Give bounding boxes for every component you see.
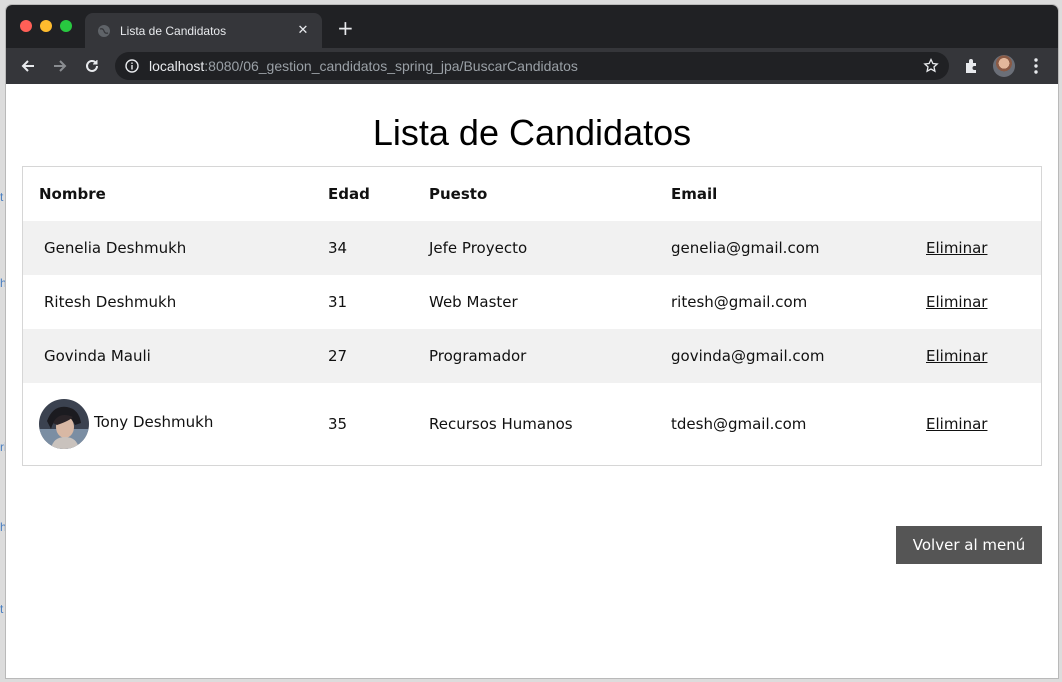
- cell-edad: 35: [328, 415, 348, 433]
- reload-icon[interactable]: [82, 56, 102, 76]
- candidate-photo: [39, 399, 89, 449]
- table-row: Ritesh Deshmukh 31 Web Master ritesh@gma…: [23, 275, 1041, 329]
- url-path: :8080/06_gestion_candidatos_spring_jpa/B…: [204, 58, 578, 74]
- cell-edad: 34: [328, 239, 348, 257]
- zoom-window-button[interactable]: [60, 20, 72, 32]
- eliminar-link[interactable]: Eliminar: [926, 415, 987, 433]
- tab-lista-candidatos[interactable]: Lista de Candidatos ✕: [85, 13, 322, 48]
- cell-edad: 27: [328, 347, 348, 365]
- address-bar[interactable]: localhost:8080/06_gestion_candidatos_spr…: [115, 52, 949, 80]
- eliminar-link[interactable]: Eliminar: [926, 293, 987, 311]
- header-puesto: Puesto: [429, 185, 488, 203]
- header-edad: Edad: [328, 185, 370, 203]
- volver-menu-button[interactable]: Volver al menú: [896, 526, 1042, 564]
- close-window-button[interactable]: [20, 20, 32, 32]
- cell-email: genelia@gmail.com: [671, 239, 820, 257]
- table-header: Nombre Edad Puesto Email: [23, 167, 1041, 221]
- cell-puesto: Programador: [429, 347, 527, 365]
- browser-toolbar: localhost:8080/06_gestion_candidatos_spr…: [6, 48, 1058, 84]
- menu-icon[interactable]: [1028, 57, 1044, 75]
- url-text[interactable]: localhost:8080/06_gestion_candidatos_spr…: [149, 58, 578, 74]
- forward-arrow-icon[interactable]: [50, 56, 70, 76]
- cell-puesto: Web Master: [429, 293, 518, 311]
- table-row: Genelia Deshmukh 34 Jefe Proyecto geneli…: [23, 221, 1041, 275]
- close-icon[interactable]: ✕: [295, 23, 311, 39]
- cell-puesto: Jefe Proyecto: [429, 239, 528, 257]
- cell-nombre: Tony Deshmukh: [94, 413, 214, 431]
- cell-puesto: Recursos Humanos: [429, 415, 573, 433]
- cell-nombre: Govinda Mauli: [44, 347, 151, 365]
- cell-nombre: Ritesh Deshmukh: [44, 293, 177, 311]
- eliminar-link[interactable]: Eliminar: [926, 347, 987, 365]
- tab-title: Lista de Candidatos: [120, 23, 227, 38]
- cell-nombre: Genelia Deshmukh: [44, 239, 187, 257]
- header-nombre: Nombre: [39, 185, 106, 203]
- globe-icon: [97, 24, 111, 38]
- new-tab-button[interactable]: +: [337, 18, 354, 38]
- table-row: Govinda Mauli 27 Programador govinda@gma…: [23, 329, 1041, 383]
- extensions-icon[interactable]: [963, 57, 981, 75]
- eliminar-link[interactable]: Eliminar: [926, 239, 987, 257]
- star-icon[interactable]: [923, 58, 939, 74]
- cell-edad: 31: [328, 293, 348, 311]
- header-email: Email: [671, 185, 718, 203]
- cell-email: tdesh@gmail.com: [671, 415, 807, 433]
- back-arrow-icon[interactable]: [18, 56, 38, 76]
- table-row: Tony Deshmukh 35 Recursos Humanos tdesh@…: [23, 383, 1041, 465]
- browser-window: Lista de Candidatos ✕ + localhost:8080/0…: [6, 5, 1058, 678]
- cell-email: govinda@gmail.com: [671, 347, 825, 365]
- page-title: Lista de Candidatos: [372, 112, 692, 153]
- minimize-window-button[interactable]: [40, 20, 52, 32]
- candidates-table: Nombre Edad Puesto Email Genelia Deshmuk…: [22, 166, 1042, 466]
- profile-avatar[interactable]: [993, 55, 1015, 77]
- page-content: Lista de Candidatos Nombre Edad Puesto E…: [6, 84, 1058, 678]
- cell-email: ritesh@gmail.com: [671, 293, 808, 311]
- url-host: localhost: [149, 58, 205, 74]
- tab-strip: Lista de Candidatos ✕ +: [6, 5, 1058, 48]
- info-icon[interactable]: [125, 59, 139, 73]
